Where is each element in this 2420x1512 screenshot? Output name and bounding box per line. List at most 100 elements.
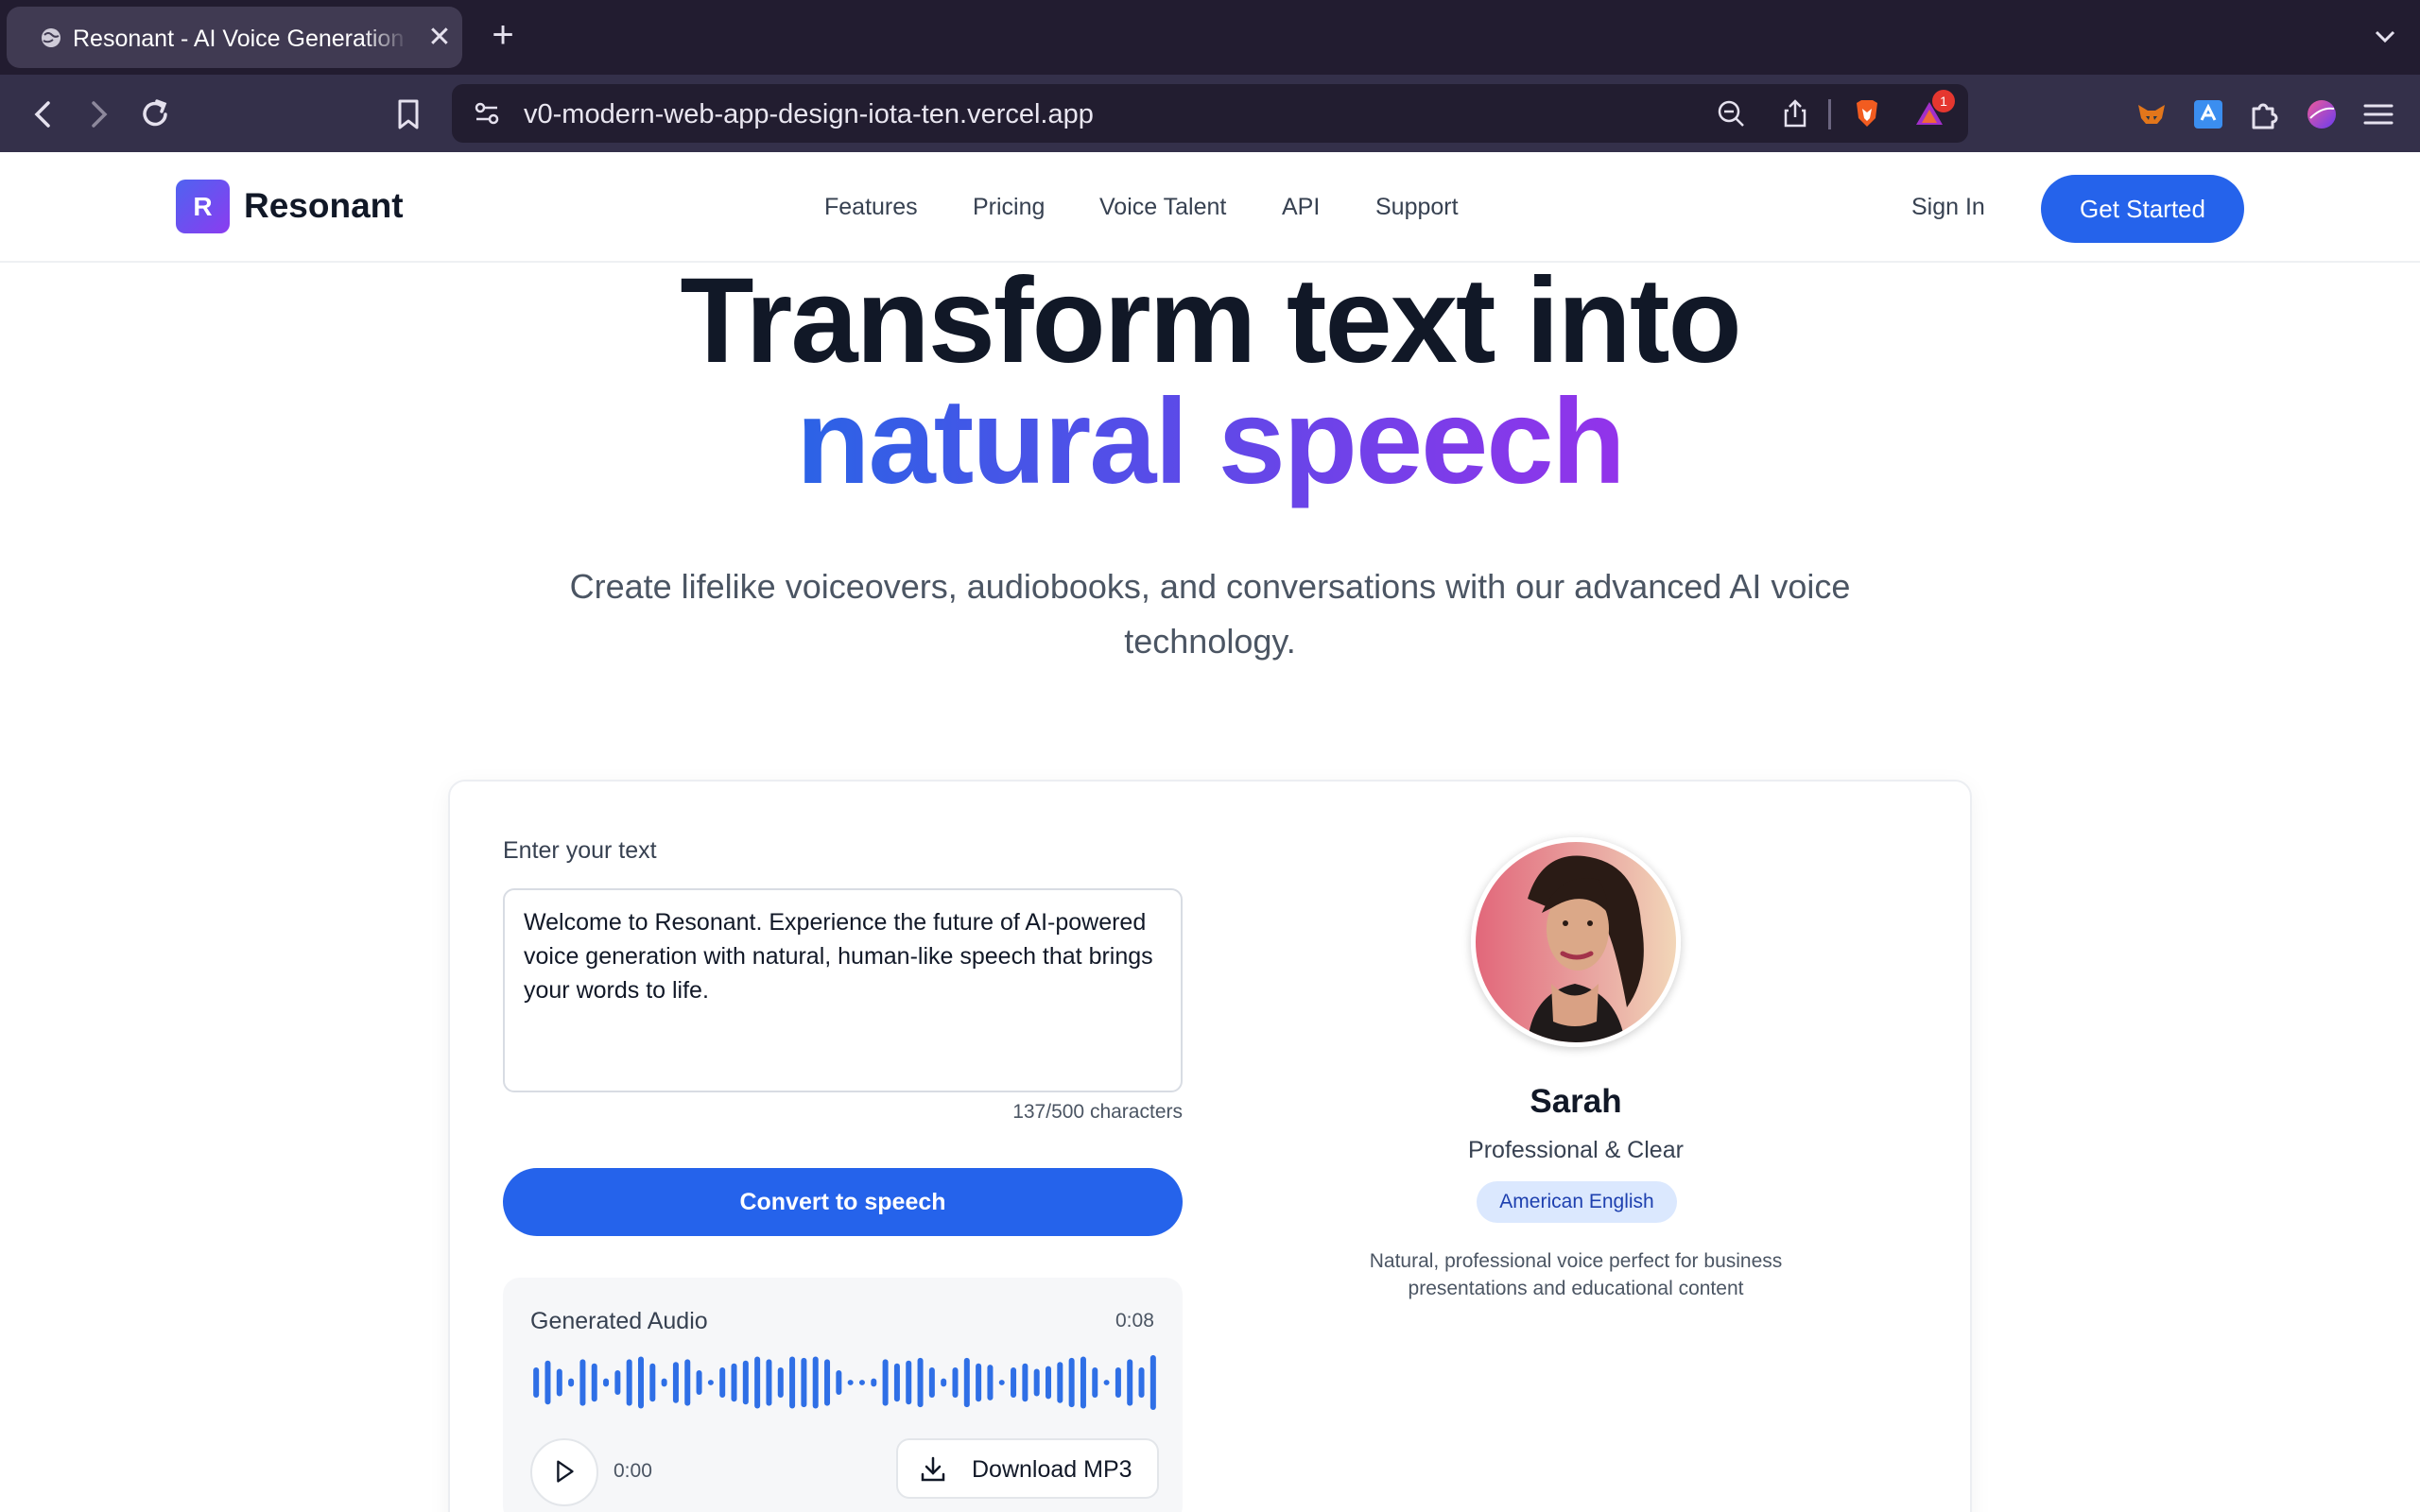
- audio-duration: 0:08: [1115, 1310, 1154, 1332]
- waveform-bar: [649, 1363, 656, 1402]
- waveform-bar: [917, 1357, 924, 1408]
- site-header: R Resonant Features Pricing Voice Talent…: [0, 152, 2420, 263]
- waveform-bar: [1138, 1367, 1145, 1398]
- nav-link-support[interactable]: Support: [1375, 194, 1459, 221]
- generated-audio-panel: Generated Audio 0:08 0:00 Download MP3: [503, 1278, 1183, 1512]
- waveform-bar: [1046, 1366, 1052, 1400]
- waveform-bar: [719, 1367, 726, 1398]
- url-text[interactable]: v0-modern-web-app-design-iota-ten.vercel…: [524, 99, 1094, 130]
- waveform-bar: [789, 1356, 796, 1409]
- sign-in-link[interactable]: Sign In: [1911, 194, 1985, 221]
- waveform-bar: [824, 1359, 831, 1406]
- waveform-bar: [533, 1367, 540, 1398]
- waveform-bar: [731, 1363, 737, 1402]
- download-mp3-button[interactable]: Download MP3: [896, 1438, 1159, 1499]
- waveform-bar: [544, 1360, 551, 1405]
- waveform-bar: [579, 1359, 586, 1406]
- avatar-image: [1476, 842, 1676, 1042]
- hero-title-highlight: natural speech: [0, 376, 2420, 508]
- nav-link-pricing[interactable]: Pricing: [973, 194, 1045, 221]
- waveform-bar: [661, 1378, 667, 1387]
- close-icon[interactable]: ✕: [426, 24, 453, 52]
- waveform-bar: [1033, 1368, 1040, 1397]
- waveform-bar: [626, 1359, 632, 1406]
- waveform-bar: [1068, 1357, 1075, 1408]
- waveform-bar: [742, 1360, 749, 1405]
- voice-name: Sarah: [1530, 1083, 1622, 1120]
- accent-badge: American English: [1477, 1181, 1677, 1223]
- current-time: 0:00: [614, 1460, 652, 1482]
- chevron-down-icon[interactable]: [2371, 23, 2399, 51]
- waveform-bar: [556, 1368, 562, 1397]
- voice-style: Professional & Clear: [1468, 1137, 1684, 1163]
- get-started-button[interactable]: Get Started: [2041, 175, 2244, 243]
- forward-icon[interactable]: [79, 95, 117, 133]
- browser-toolbar: v0-modern-web-app-design-iota-ten.vercel…: [0, 75, 2420, 152]
- text-input[interactable]: Welcome to Resonant. Experience the futu…: [503, 888, 1183, 1092]
- waveform-bar: [928, 1367, 935, 1398]
- waveform-bar: [1080, 1356, 1086, 1409]
- plus-icon[interactable]: +: [484, 16, 522, 55]
- bookmark-icon[interactable]: [389, 95, 427, 133]
- audio-title: Generated Audio: [530, 1308, 708, 1334]
- nav-link-features[interactable]: Features: [824, 194, 918, 221]
- convert-to-speech-button[interactable]: Convert to speech: [503, 1168, 1183, 1236]
- waveform-bar: [684, 1359, 691, 1406]
- hero-title: Transform text into: [680, 253, 1741, 388]
- brave-shield-icon[interactable]: [1851, 97, 1883, 129]
- share-icon[interactable]: [1779, 97, 1811, 129]
- voice-avatar: [1471, 837, 1681, 1047]
- waveform-bar: [1103, 1380, 1110, 1385]
- waveform-bar: [1022, 1363, 1028, 1402]
- address-bar[interactable]: v0-modern-web-app-design-iota-ten.vercel…: [452, 84, 1968, 143]
- nav-link-api[interactable]: API: [1282, 194, 1320, 221]
- play-icon: [557, 1460, 574, 1483]
- waveform-bar: [941, 1378, 947, 1387]
- waveform-bar: [637, 1356, 644, 1409]
- back-icon[interactable]: [25, 95, 62, 133]
- audio-waveform[interactable]: [530, 1355, 1159, 1410]
- download-icon: [921, 1456, 945, 1482]
- waveform-bar: [836, 1369, 842, 1396]
- puzzle-icon[interactable]: [2246, 95, 2284, 133]
- waveform-bar: [812, 1356, 819, 1409]
- profile-icon[interactable]: [2303, 95, 2341, 133]
- waveform-bar: [952, 1367, 959, 1398]
- waveform-bar: [858, 1380, 865, 1385]
- menu-icon[interactable]: [2360, 95, 2397, 133]
- waveform-bar: [754, 1356, 761, 1409]
- divider: [1828, 99, 1831, 129]
- waveform-bar: [1092, 1367, 1098, 1398]
- waveform-bar: [976, 1363, 982, 1402]
- waveform-bar: [696, 1369, 702, 1396]
- extension-icon[interactable]: [2189, 95, 2227, 133]
- tab-title: Resonant - AI Voice Generation: [73, 26, 405, 52]
- hero-subtitle: Create lifelike voiceovers, audiobooks, …: [569, 567, 1851, 661]
- waveform-bar: [882, 1359, 889, 1406]
- browser-tab[interactable]: Resonant - AI Voice Generation ✕: [7, 7, 462, 68]
- brand-name[interactable]: Resonant: [244, 186, 404, 226]
- site-settings-icon[interactable]: [471, 97, 503, 129]
- nav-link-voice-talent[interactable]: Voice Talent: [1099, 194, 1226, 221]
- metamask-icon[interactable]: [2133, 95, 2170, 133]
- notification-badge: 1: [1932, 90, 1955, 112]
- waveform-bar: [777, 1367, 784, 1398]
- globe-icon: [42, 28, 60, 47]
- text-input-label: Enter your text: [503, 837, 657, 864]
- waveform-bar: [672, 1362, 679, 1403]
- waveform-bar: [1150, 1355, 1156, 1410]
- play-button[interactable]: [530, 1438, 598, 1506]
- waveform-bar: [603, 1378, 610, 1387]
- waveform-bar: [847, 1380, 854, 1385]
- waveform-bar: [963, 1357, 970, 1408]
- waveform-bar: [614, 1369, 621, 1396]
- browser-tab-bar: Resonant - AI Voice Generation ✕ +: [0, 0, 2420, 75]
- logo-icon[interactable]: R: [176, 180, 230, 233]
- waveform-bar: [591, 1363, 597, 1402]
- waveform-bar: [801, 1357, 807, 1408]
- zoom-icon[interactable]: [1715, 97, 1747, 129]
- waveform-bar: [766, 1359, 772, 1406]
- waveform-bar: [893, 1363, 900, 1402]
- reload-icon[interactable]: [136, 95, 174, 133]
- download-label: Download MP3: [972, 1456, 1132, 1483]
